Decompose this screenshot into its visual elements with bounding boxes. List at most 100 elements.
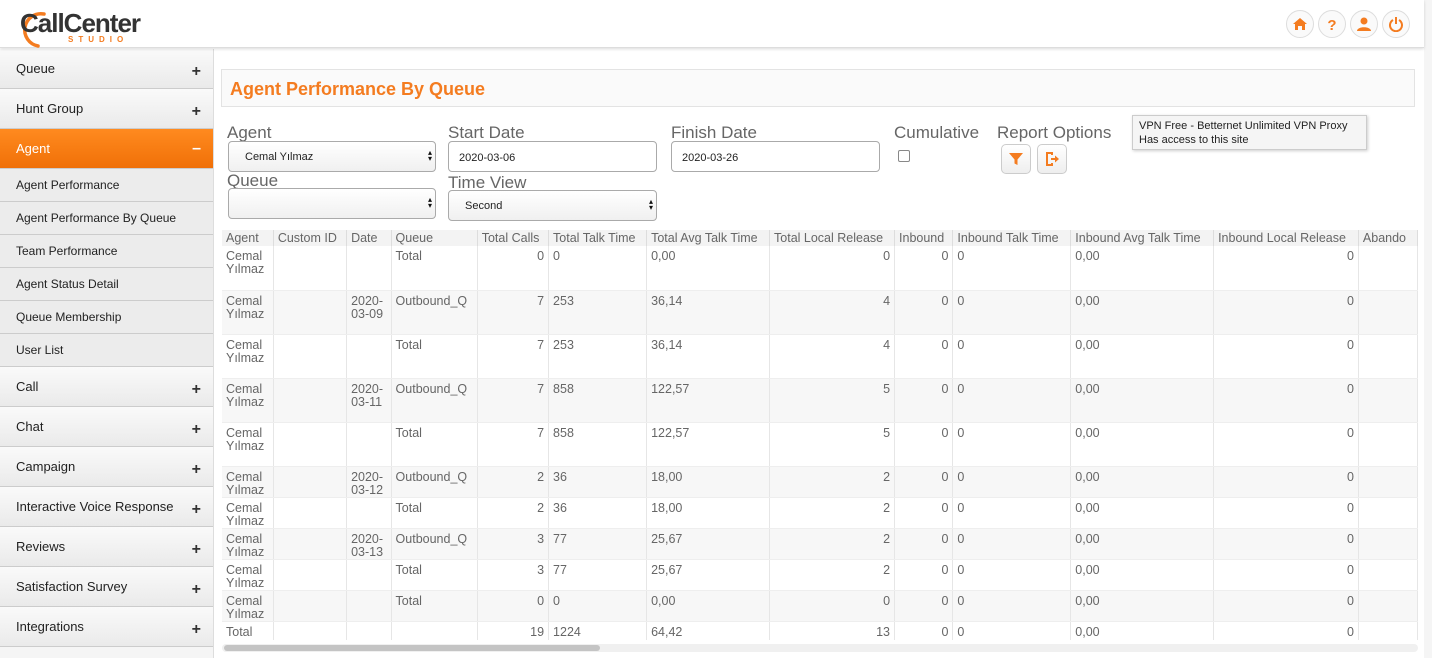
filter-button[interactable] xyxy=(1001,144,1031,174)
submenu-team-performance[interactable]: Team Performance xyxy=(0,235,213,268)
expand-icon: + xyxy=(191,380,201,398)
cell-abandoned xyxy=(1358,590,1418,622)
cell-in-talk: 0 xyxy=(952,378,1072,423)
column-header[interactable]: Total Avg Talk Time xyxy=(646,230,771,246)
column-header[interactable]: Inbound Avg Talk Time xyxy=(1070,230,1215,246)
sidebar-item-integrations[interactable]: Integrations + xyxy=(0,607,213,647)
column-header[interactable]: Total Calls xyxy=(477,230,550,246)
horizontal-scrollbar[interactable] xyxy=(222,644,1418,652)
sidebar-item-reviews[interactable]: Reviews + xyxy=(0,527,213,567)
cell-in-avg: 0,00 xyxy=(1070,378,1215,423)
cell-total-talk: 77 xyxy=(548,559,648,591)
sidebar-item-campaign[interactable]: Campaign + xyxy=(0,447,213,487)
home-button[interactable] xyxy=(1286,10,1314,38)
vertical-scrollbar[interactable] xyxy=(1424,0,1432,658)
submenu-queue-membership[interactable]: Queue Membership xyxy=(0,301,213,334)
column-header[interactable]: Agent xyxy=(222,230,274,246)
cell-date xyxy=(346,422,392,467)
start-date-input[interactable]: 2020-03-06 xyxy=(448,141,657,172)
table-row: Cemal Yılmaz Total 7 253 36,14 4 0 0 0,00 0 xyxy=(222,334,1418,379)
sidebar-item-call[interactable]: Call + xyxy=(0,367,213,407)
page-title: Agent Performance By Queue xyxy=(230,79,486,99)
cell-custom-id xyxy=(273,334,348,379)
table-row: Cemal Yılmaz 2020-03-09 Outbound_Q 7 253 36,1… xyxy=(222,290,1418,335)
cell-queue: Outbound_Q xyxy=(391,528,478,560)
agent-select-value: Cemal Yılmaz xyxy=(245,151,314,163)
cell-total-talk: 0 xyxy=(548,590,648,622)
cell-inbound: 0 xyxy=(894,466,954,498)
table-row: Cemal Yılmaz 2020-03-11 Outbound_Q 7 858 122,… xyxy=(222,378,1418,423)
export-button[interactable] xyxy=(1037,144,1067,174)
sidebar-item-agent[interactable]: Agent – xyxy=(0,129,213,169)
cell-inbound: 0 xyxy=(894,246,954,291)
column-header[interactable]: Inbound Talk Time xyxy=(952,230,1072,246)
sidebar-item-label: Campaign xyxy=(16,459,76,474)
column-header[interactable]: Total Local Release xyxy=(769,230,896,246)
finish-date-input[interactable]: 2020-03-26 xyxy=(671,141,880,172)
column-header[interactable]: Abando xyxy=(1358,230,1418,246)
cell-inbound: 0 xyxy=(894,378,954,423)
cell-total-avg: 36,14 xyxy=(646,290,771,335)
submenu-agent-status-detail[interactable]: Agent Status Detail xyxy=(0,268,213,301)
cell-total-local: 0 xyxy=(769,246,896,291)
select-arrows-icon: ▴ ▾ xyxy=(427,195,432,210)
cell-in-local: 0 xyxy=(1213,559,1359,591)
cumulative-checkbox[interactable] xyxy=(898,150,910,162)
submenu-agent-performance[interactable]: Agent Performance xyxy=(0,169,213,202)
cell-in-avg: 0,00 xyxy=(1070,422,1215,467)
submenu-agent-performance-by-queue[interactable]: Agent Performance By Queue xyxy=(0,202,213,235)
cell-in-local: 0 xyxy=(1213,246,1359,291)
cell-date xyxy=(346,621,392,640)
agent-select[interactable]: Cemal Yılmaz ▴ ▾ xyxy=(228,141,436,172)
cell-abandoned xyxy=(1358,422,1418,467)
cell-custom-id xyxy=(273,528,348,560)
cell-inbound: 0 xyxy=(894,290,954,335)
column-header[interactable]: Inbound Local Release xyxy=(1213,230,1359,246)
column-header[interactable]: Queue xyxy=(391,230,478,246)
table-row: Cemal Yılmaz Total 0 0 0,00 0 0 0 0,00 0 xyxy=(222,590,1418,622)
column-header[interactable]: Total Talk Time xyxy=(548,230,648,246)
cell-total-avg: 0,00 xyxy=(646,590,771,622)
user-button[interactable] xyxy=(1350,10,1378,38)
cell-agent: Cemal Yılmaz xyxy=(222,290,274,335)
help-button[interactable]: ? xyxy=(1318,10,1346,38)
column-header[interactable]: Custom ID xyxy=(273,230,348,246)
submenu-user-list[interactable]: User List xyxy=(0,334,213,367)
queue-select[interactable]: ▴ ▾ xyxy=(228,188,436,219)
time-view-select[interactable]: Second ▴ ▾ xyxy=(448,190,657,221)
cell-total-avg: 25,67 xyxy=(646,528,771,560)
column-header[interactable]: Date xyxy=(346,230,392,246)
sidebar-item-ivr[interactable]: Interactive Voice Response + xyxy=(0,487,213,527)
expand-icon: + xyxy=(191,500,201,518)
sidebar-item-label: Integrations xyxy=(16,619,84,634)
cell-custom-id xyxy=(273,466,348,498)
agent-label: Agent xyxy=(227,123,272,142)
logout-button[interactable] xyxy=(1382,10,1410,38)
sidebar-item-queue[interactable]: Queue + xyxy=(0,49,213,89)
sidebar-item-hunt-group[interactable]: Hunt Group + xyxy=(0,89,213,129)
sidebar-item-satisfaction-survey[interactable]: Satisfaction Survey + xyxy=(0,567,213,607)
sidebar-item-label: Call xyxy=(16,379,39,394)
expand-icon: + xyxy=(191,580,201,598)
scrollbar-thumb[interactable] xyxy=(224,645,600,651)
cell-in-local: 0 xyxy=(1213,466,1359,498)
cell-agent: Cemal Yılmaz xyxy=(222,497,274,529)
cell-abandoned xyxy=(1358,559,1418,591)
expand-icon: + xyxy=(191,620,201,638)
cell-custom-id xyxy=(273,378,348,423)
cell-in-avg: 0,00 xyxy=(1070,497,1215,529)
table-row: Cemal Yılmaz Total 3 77 25,67 2 0 0 0,00 0 xyxy=(222,559,1418,591)
cell-total-calls: 19 xyxy=(477,621,550,640)
cell-total-local: 2 xyxy=(769,528,896,560)
cell-total-avg: 18,00 xyxy=(646,497,771,529)
callcenter-studio-logo[interactable]: CallCenter STUDIO xyxy=(18,6,148,48)
column-header[interactable]: Inbound xyxy=(894,230,954,246)
cell-total-local: 2 xyxy=(769,559,896,591)
cumulative-label: Cumulative xyxy=(894,123,980,142)
cell-abandoned xyxy=(1358,290,1418,335)
cell-queue xyxy=(391,621,478,640)
cell-queue: Outbound_Q xyxy=(391,290,478,335)
table-body: Cemal Yılmaz Total 0 0 0,00 0 0 0 0,00 0 Cemal Yıl… xyxy=(222,246,1418,640)
sidebar-item-chat[interactable]: Chat + xyxy=(0,407,213,447)
cell-date xyxy=(346,246,392,291)
